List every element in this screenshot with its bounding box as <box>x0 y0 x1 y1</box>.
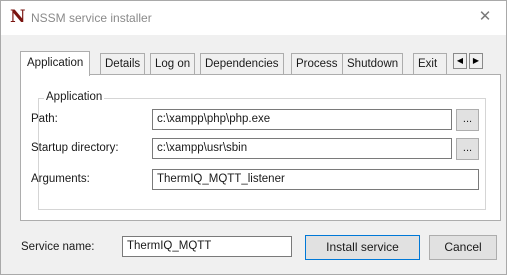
service-name-field[interactable]: ThermIQ_MQTT <box>122 236 292 257</box>
path-field[interactable]: c:\xampp\php\php.exe <box>152 109 452 130</box>
startup-directory-browse-button[interactable]: ... <box>456 138 479 160</box>
arguments-label: Arguments: <box>31 173 90 185</box>
install-service-button[interactable]: Install service <box>305 235 420 260</box>
service-name-label: Service name: <box>21 241 95 253</box>
nssm-installer-window: N NSSM service installer ✕ Application D… <box>0 0 507 275</box>
window-title: NSSM service installer <box>31 11 152 25</box>
application-tab-panel: Application Path: c:\xampp\php\php.exe .… <box>20 74 501 221</box>
tab-scroll-right-icon[interactable]: ▶ <box>469 53 483 69</box>
title-bar[interactable]: N NSSM service installer ✕ <box>1 1 506 35</box>
tab-exit[interactable]: Exit <box>413 53 447 74</box>
tab-application[interactable]: Application <box>20 51 91 76</box>
tab-scroll-left-icon[interactable]: ◀ <box>453 53 467 69</box>
startup-directory-field[interactable]: c:\xampp\usr\sbin <box>152 138 452 159</box>
path-browse-button[interactable]: ... <box>456 109 479 131</box>
tab-details[interactable]: Details <box>100 53 146 74</box>
arguments-field[interactable]: ThermIQ_MQTT_listener <box>152 169 479 190</box>
startup-directory-label: Startup directory: <box>31 142 119 154</box>
tab-strip: Application Details Log on Dependencies … <box>20 51 501 76</box>
tab-log-on[interactable]: Log on <box>150 53 196 74</box>
nssm-logo-icon: N <box>10 7 26 27</box>
close-icon[interactable]: ✕ <box>470 5 500 29</box>
application-group-label: Application <box>44 91 105 103</box>
tab-shutdown[interactable]: Shutdown <box>342 53 404 74</box>
tab-dependencies[interactable]: Dependencies <box>200 53 284 74</box>
path-label: Path: <box>31 113 58 125</box>
cancel-button[interactable]: Cancel <box>429 235 497 260</box>
tab-process[interactable]: Process <box>291 53 343 74</box>
